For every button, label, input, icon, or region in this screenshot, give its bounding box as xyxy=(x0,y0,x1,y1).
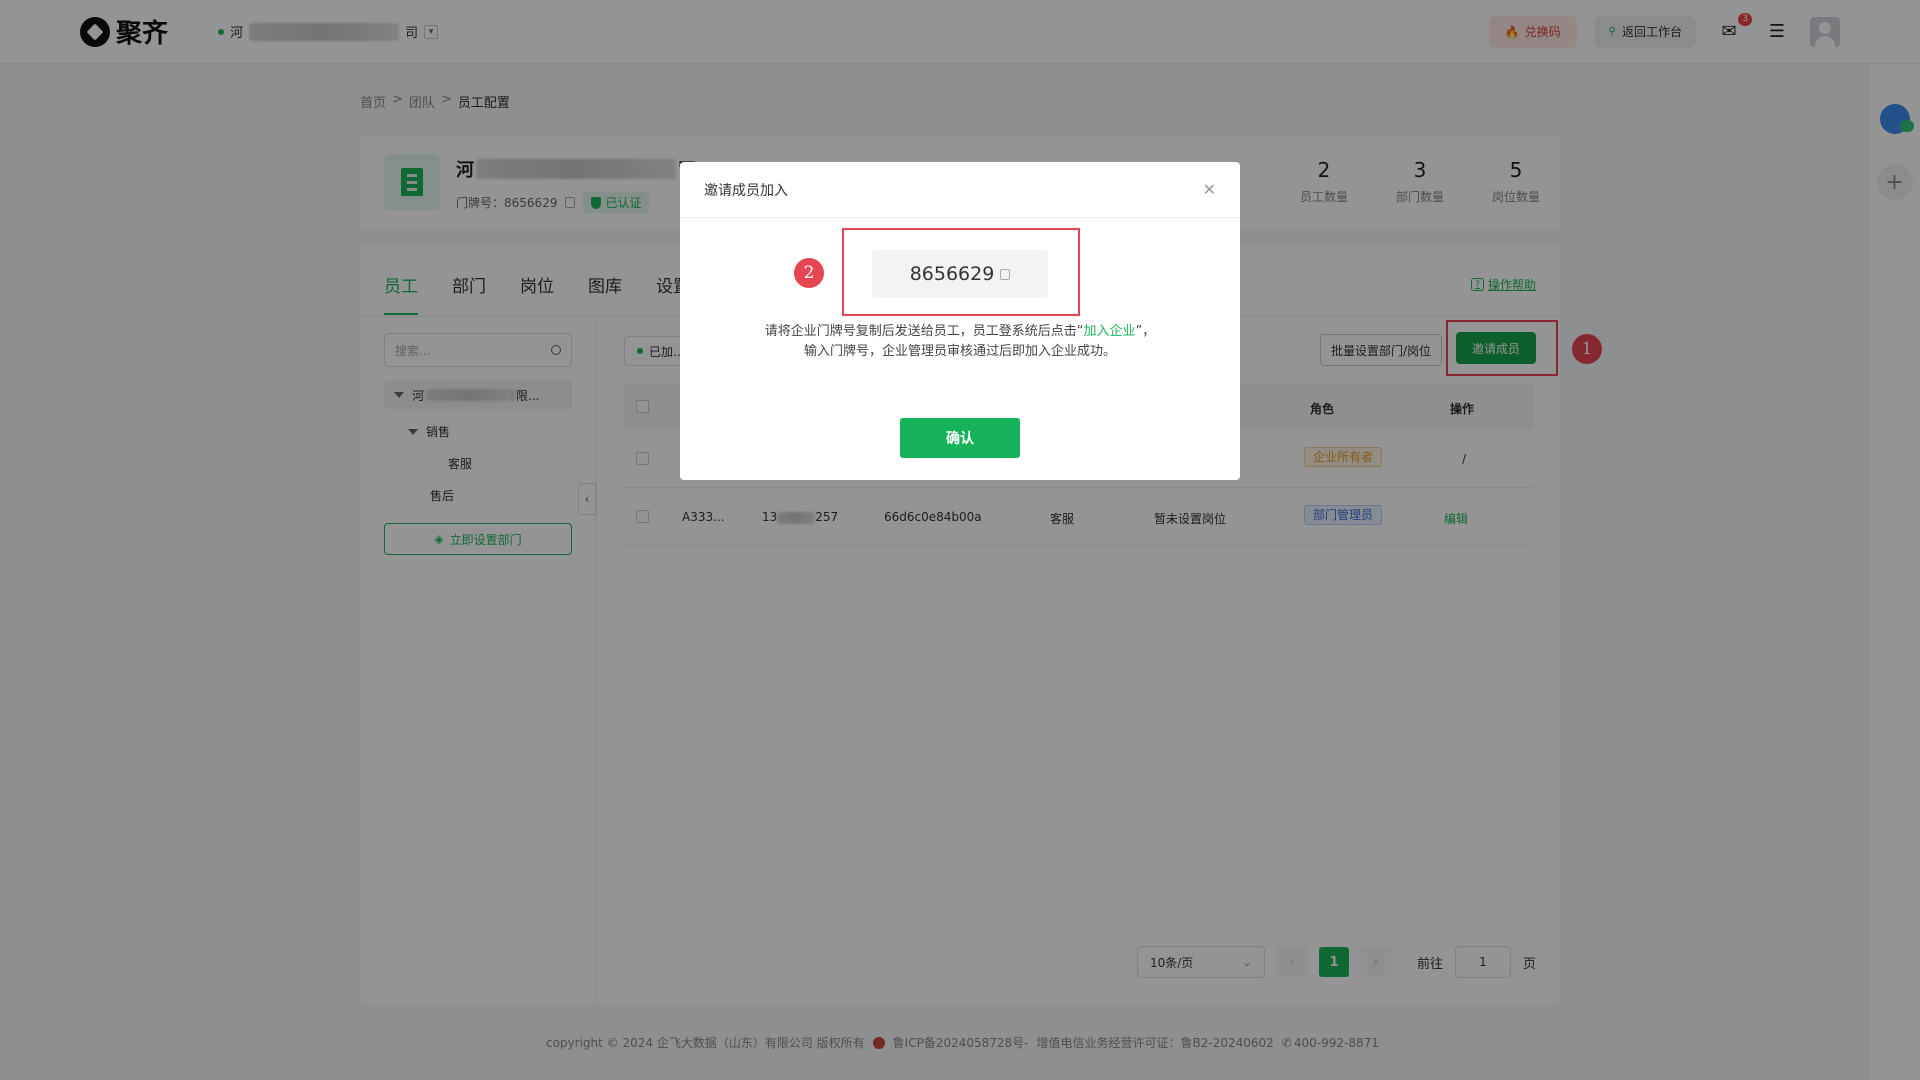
modal-header: 邀请成员加入 ✕ xyxy=(680,162,1240,218)
step-badge-2: 2 xyxy=(794,258,824,288)
instruction-line-2: 输入门牌号，企业管理员审核通过后即加入企业成功。 xyxy=(803,344,1116,359)
modal-title: 邀请成员加入 xyxy=(704,182,788,199)
door-number-value: 8656629 xyxy=(909,263,995,285)
confirm-button[interactable]: 确认 xyxy=(900,418,1020,458)
close-icon[interactable]: ✕ xyxy=(1203,180,1216,199)
copy-icon[interactable] xyxy=(1000,268,1011,280)
join-enterprise-link: 加入企业 xyxy=(1083,324,1136,339)
invite-modal: 邀请成员加入 ✕ 2 8656629 请将企业门牌号复制后发送给员工，员工登系统… xyxy=(680,162,1240,480)
confirm-label: 确认 xyxy=(946,431,974,447)
door-number-box[interactable]: 8656629 xyxy=(872,250,1048,298)
modal-instructions: 请将企业门牌号复制后发送给员工，员工登系统后点击“加入企业”， 输入门牌号，企业… xyxy=(680,322,1240,362)
